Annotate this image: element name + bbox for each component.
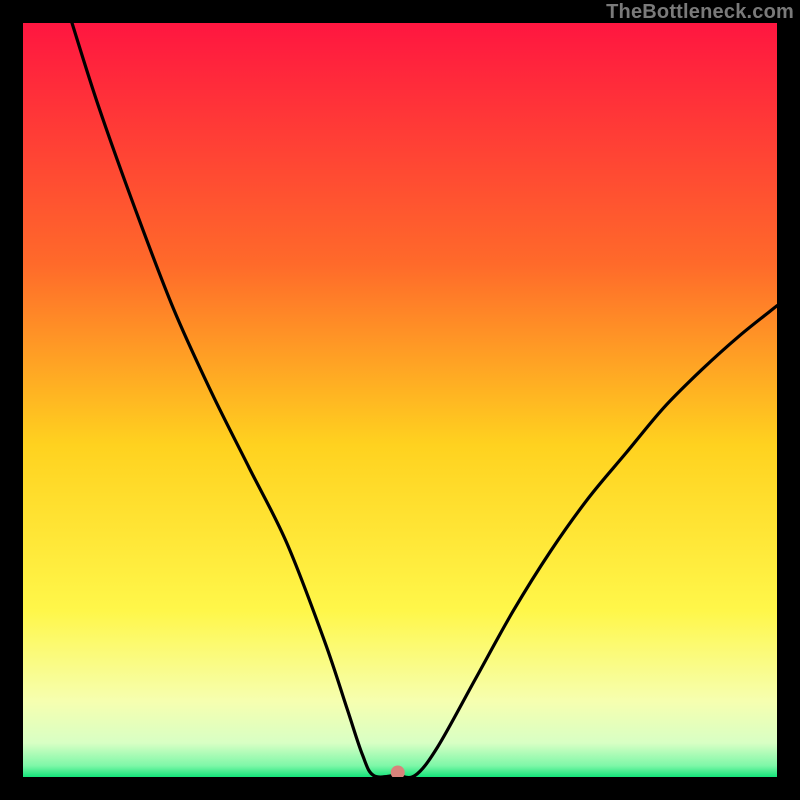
- watermark-text: TheBottleneck.com: [606, 1, 794, 24]
- bottleneck-curve: [72, 23, 777, 777]
- chart-container: TheBottleneck.com: [0, 0, 800, 800]
- curve-layer: [23, 23, 777, 777]
- marker-dot: [391, 765, 405, 777]
- plot-area: [23, 23, 777, 777]
